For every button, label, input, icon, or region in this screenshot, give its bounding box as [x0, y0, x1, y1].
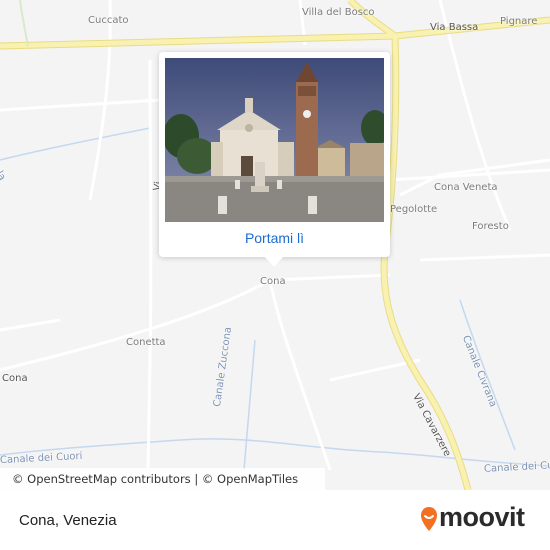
map-label-villa-del-bosco: Villa del Bosco — [302, 7, 375, 18]
map-label-foresto: Foresto — [472, 221, 509, 232]
map-attribution[interactable]: © OpenStreetMap contributors | © OpenMap… — [0, 468, 325, 490]
location-popup: Portami lì — [159, 52, 390, 257]
map-label-cuccato: Cuccato — [88, 15, 129, 26]
map-label-pegolotte: Pegolotte — [390, 204, 438, 215]
canal-line — [459, 299, 516, 451]
map-label-cona-road: Cona — [2, 373, 28, 384]
canal-line — [0, 127, 151, 161]
map-label-conetta: Conetta — [126, 337, 166, 348]
map-label-via-bassa: Via Bassa — [430, 22, 479, 33]
place-title: Cona, Venezia — [19, 512, 117, 529]
directions-button[interactable]: Portami lì — [159, 230, 390, 246]
map-label-pignare: Pignare — [500, 16, 538, 27]
popup-pointer — [264, 256, 284, 267]
location-pin-icon — [421, 507, 437, 531]
brand-name: moovit — [439, 502, 525, 532]
map-label-cona-veneta: Cona Veneta — [434, 182, 498, 193]
canal-line — [243, 339, 256, 471]
location-photo — [165, 58, 384, 222]
map-label-cona: Cona — [260, 276, 286, 287]
church-photo — [165, 58, 384, 222]
